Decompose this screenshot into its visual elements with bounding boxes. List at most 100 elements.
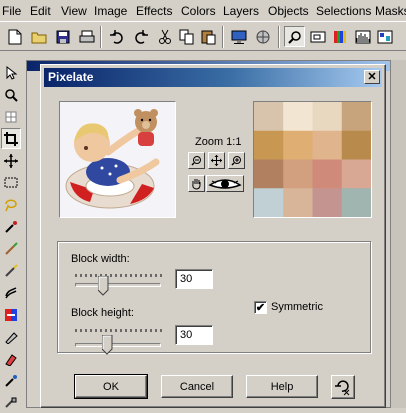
color-palette-icon[interactable] — [330, 26, 351, 47]
mosaic-block — [312, 102, 343, 132]
browse-icon[interactable] — [252, 26, 273, 47]
mosaic-block — [341, 102, 371, 132]
mosaic-block — [341, 188, 371, 217]
standard-toolbar — [0, 23, 406, 51]
eye-icon — [208, 178, 242, 189]
layer-palette-icon[interactable] — [374, 26, 395, 47]
close-icon: ✕ — [367, 70, 377, 83]
menu-effects[interactable]: Effects — [136, 4, 172, 18]
histogram-icon[interactable] — [352, 26, 373, 47]
mosaic-block — [312, 130, 343, 160]
picture-tube-icon[interactable] — [1, 370, 21, 391]
new-file-icon[interactable] — [4, 26, 25, 47]
deform-tool-icon[interactable] — [1, 106, 21, 127]
zoom-out-icon — [191, 156, 201, 166]
mosaic-block — [283, 130, 313, 160]
hand-button[interactable] — [188, 175, 205, 192]
cancel-label: Cancel — [179, 380, 215, 393]
reset-button[interactable] — [331, 375, 355, 399]
mosaic-block — [254, 188, 284, 217]
block-height-slider-thumb[interactable] — [101, 335, 113, 355]
print-icon[interactable] — [76, 26, 97, 47]
mosaic-block — [254, 102, 284, 132]
before-preview[interactable] — [59, 101, 176, 218]
menu-layers[interactable]: Layers — [223, 4, 259, 18]
clone-brush-icon[interactable] — [1, 260, 21, 281]
document-scrollbar[interactable] — [390, 60, 406, 408]
freehand-selection-icon[interactable] — [1, 194, 21, 215]
undo-icon[interactable] — [106, 26, 127, 47]
ok-button[interactable]: OK — [74, 374, 148, 399]
zoom-out-button[interactable] — [188, 152, 205, 169]
mosaic-block — [341, 130, 371, 160]
pan-icon — [211, 155, 222, 166]
block-height-input[interactable]: 30 — [175, 325, 213, 345]
eraser-tool-icon[interactable] — [1, 348, 21, 369]
pan-button[interactable] — [208, 152, 225, 169]
tool-palette — [0, 52, 22, 408]
mover-tool-icon[interactable] — [1, 150, 21, 171]
block-height-label: Block height: — [71, 307, 134, 319]
help-label: Help — [270, 380, 294, 393]
open-folder-icon[interactable] — [28, 26, 49, 47]
reset-icon — [335, 380, 350, 396]
help-button[interactable]: Help — [246, 375, 318, 398]
overview-window-icon[interactable] — [307, 26, 328, 47]
arrow-tool-icon[interactable] — [1, 62, 21, 83]
block-width-input[interactable]: 30 — [175, 269, 213, 289]
zoom-label: Zoom 1:1 — [195, 136, 242, 148]
mosaic-block — [254, 130, 284, 160]
block-width-slider-thumb[interactable] — [98, 276, 109, 296]
dialog-title: Pixelate — [48, 70, 94, 84]
menu-colors[interactable]: Colors — [181, 4, 216, 18]
scratch-remover-icon[interactable] — [1, 326, 21, 347]
mosaic-block — [283, 188, 313, 217]
menu-objects[interactable]: Objects — [268, 4, 309, 18]
mosaic-block — [312, 188, 343, 217]
block-width-label: Block width: — [71, 253, 130, 265]
dropper-tool-icon[interactable] — [1, 216, 21, 237]
baby-image-preview — [60, 102, 175, 217]
redo-icon[interactable] — [130, 26, 151, 47]
mosaic-block — [254, 159, 284, 189]
pixelated-image-preview — [254, 102, 371, 217]
mosaic-block — [283, 159, 313, 189]
mosaic-block — [312, 159, 343, 189]
block-width-ticks — [75, 274, 162, 277]
retouch-tool-icon[interactable] — [1, 304, 21, 325]
menu-masks[interactable]: Masks — [375, 4, 406, 18]
menu-bar: File Edit View Image Effects Colors Laye… — [0, 0, 406, 22]
ok-label: OK — [103, 380, 119, 393]
menu-file[interactable]: File — [2, 4, 21, 18]
menu-selections[interactable]: Selections — [316, 4, 371, 18]
mosaic-block — [283, 102, 313, 132]
block-height-slider[interactable] — [75, 343, 161, 347]
pixelate-dialog: Pixelate ✕ Zoom 1:1 Block width: 30 Bloc… — [40, 64, 386, 408]
block-width-slider[interactable] — [75, 283, 161, 287]
menu-view[interactable]: View — [61, 4, 87, 18]
screen-capture-icon[interactable] — [228, 26, 249, 47]
hand-icon — [192, 178, 201, 190]
checkmark-icon: ✔ — [255, 302, 266, 314]
save-icon[interactable] — [52, 26, 73, 47]
paste-icon[interactable] — [198, 26, 219, 47]
paintbrush-tool-icon[interactable] — [1, 238, 21, 259]
copy-icon[interactable] — [176, 26, 197, 47]
close-button[interactable]: ✕ — [364, 70, 380, 84]
proof-button[interactable] — [206, 175, 244, 192]
zoom-in-icon — [231, 156, 241, 166]
zoom-tool-icon[interactable] — [1, 84, 21, 105]
cancel-button[interactable]: Cancel — [161, 375, 233, 398]
symmetric-checkbox[interactable]: ✔ — [254, 301, 267, 314]
selection-tool-icon[interactable] — [1, 172, 21, 193]
color-replacer-icon[interactable] — [1, 282, 21, 303]
dialog-title-bar[interactable]: Pixelate ✕ — [44, 68, 382, 87]
menu-image[interactable]: Image — [94, 4, 127, 18]
zoom-icon[interactable] — [284, 26, 305, 47]
menu-edit[interactable]: Edit — [30, 4, 51, 18]
after-preview[interactable] — [253, 101, 372, 218]
airbrush-tool-icon[interactable] — [1, 392, 21, 413]
cut-icon[interactable] — [154, 26, 175, 47]
zoom-in-button[interactable] — [228, 152, 245, 169]
crop-tool-icon[interactable] — [1, 128, 21, 149]
